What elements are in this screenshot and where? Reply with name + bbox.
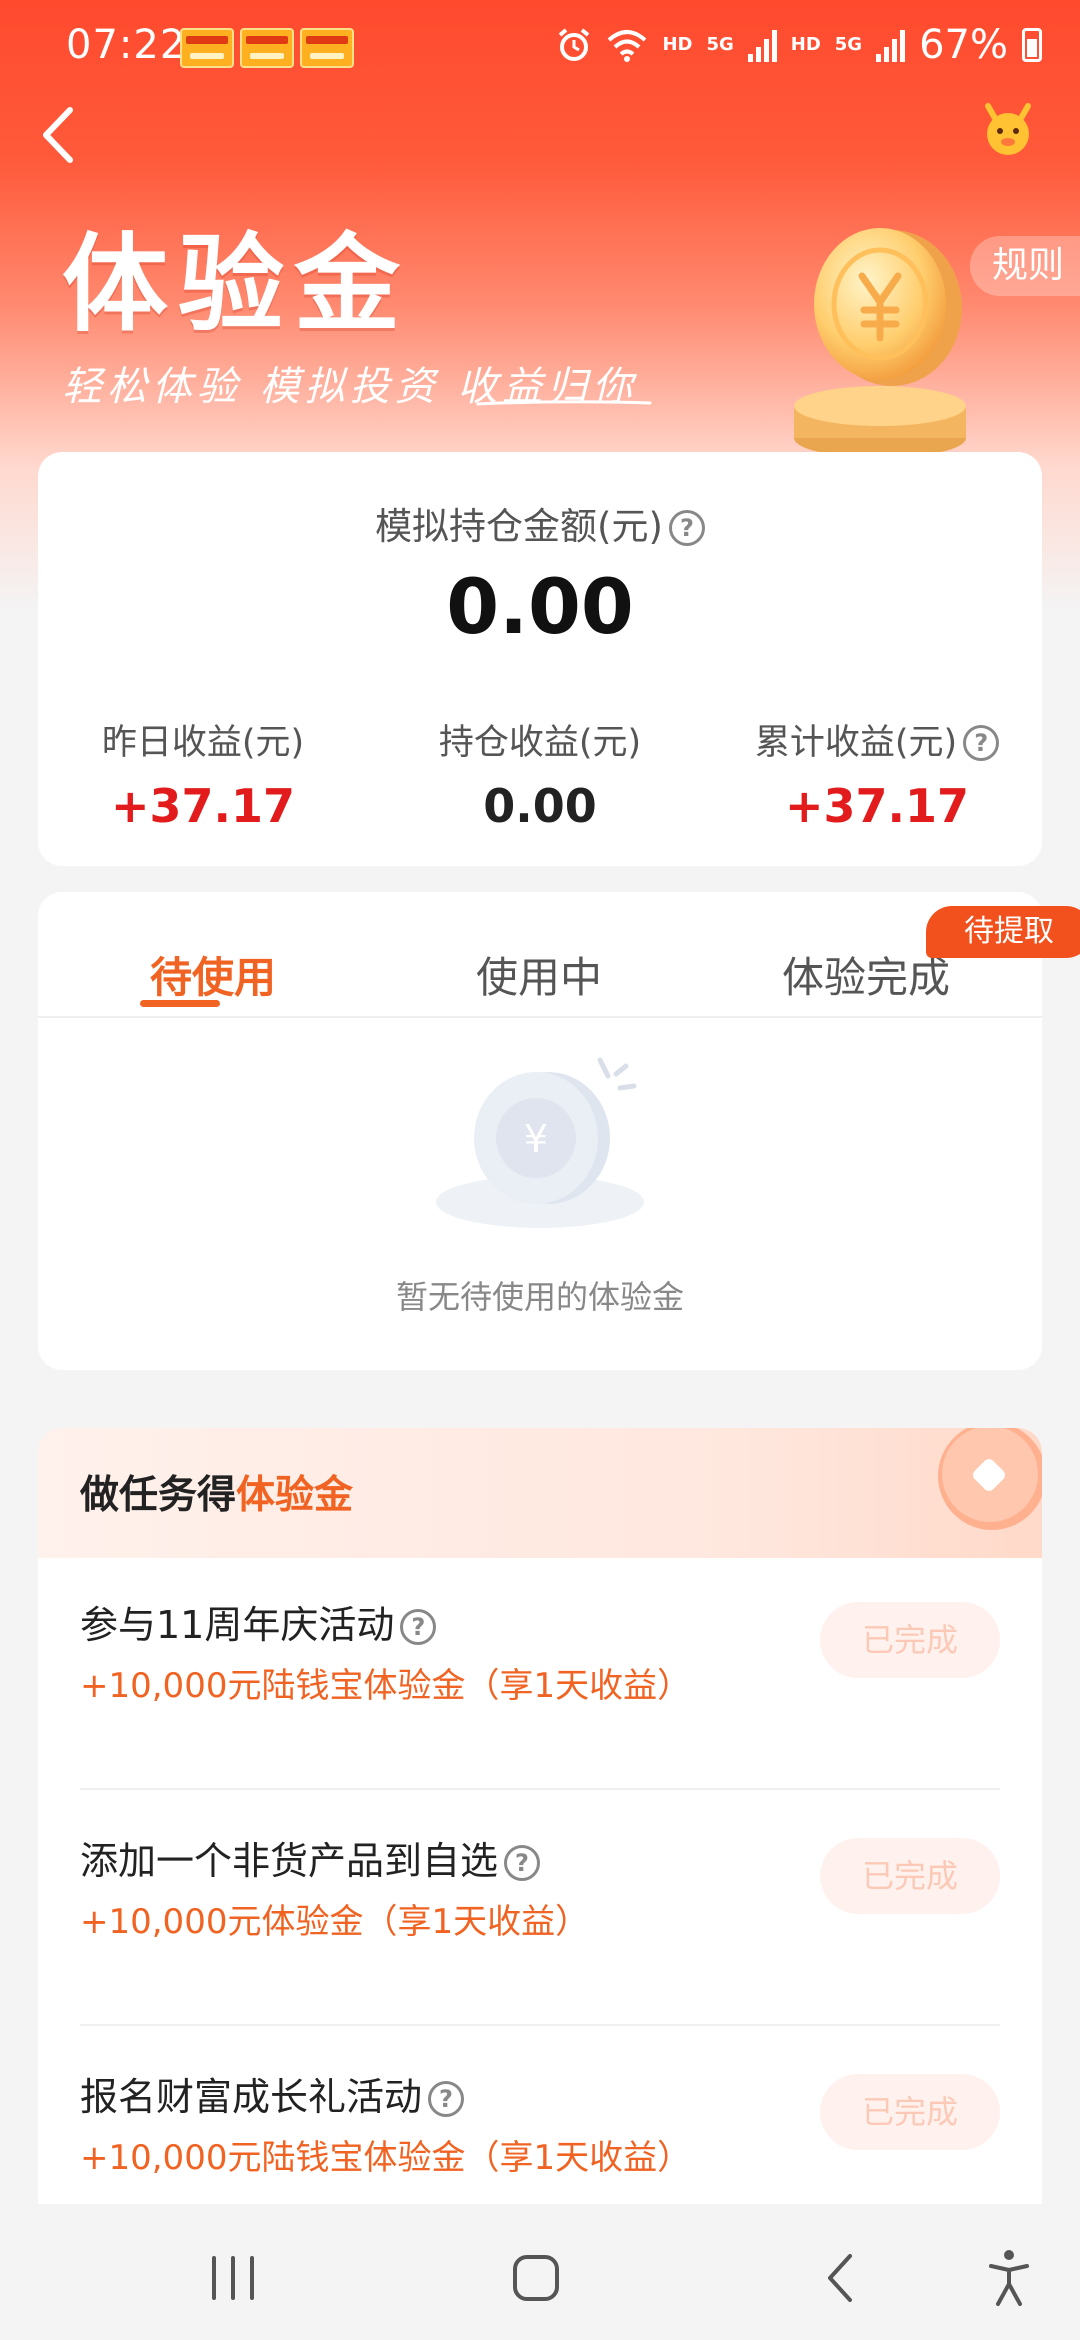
signal-bars-icon (747, 28, 777, 62)
signal-bars-icon (876, 28, 906, 62)
stat-value: +37.17 (784, 779, 970, 833)
back-chevron-icon (43, 107, 73, 163)
task-title-accent: 体验金 (236, 1473, 354, 1518)
task-name-text: 添加一个非货产品到自选 (80, 1839, 499, 1883)
system-navigation-bar (0, 2204, 1080, 2340)
active-tab-indicator (140, 1000, 220, 1007)
accessibility-icon[interactable] (988, 2248, 1030, 2308)
notification-icons (180, 28, 354, 68)
battery-icon (1022, 28, 1042, 62)
stat-yesterday-profit: 昨日收益(元) +37.17 (38, 714, 368, 833)
nav-back-icon[interactable] (824, 2252, 854, 2304)
help-circle-icon[interactable]: ? (428, 2081, 465, 2117)
holding-amount-label-text: 模拟持仓金额(元) (375, 505, 663, 548)
back-button[interactable] (38, 100, 98, 170)
recents-icon[interactable] (208, 2256, 258, 2300)
stat-value: 0.00 (483, 779, 597, 833)
task-reward: +10,000元陆钱宝体验金（享1天收益） (80, 2138, 692, 2178)
empty-coin-symbol: ¥ (524, 1117, 548, 1161)
task-title-prefix: 做任务得 (80, 1473, 237, 1518)
help-circle-icon[interactable]: ? (504, 1845, 541, 1881)
tab-in-use[interactable]: 使用中 (476, 944, 602, 1005)
app-notification-icon (180, 28, 234, 68)
help-circle-icon[interactable]: ? (400, 1609, 437, 1645)
stat-total-profit: 累计收益(元)? +37.17 (712, 714, 1042, 833)
tab-pending-use[interactable]: 待使用 (150, 944, 276, 1005)
empty-coin-icon: ¥ (436, 1057, 644, 1228)
page-title: 体验金 (62, 223, 410, 346)
holding-amount-value: 0.00 (446, 562, 634, 651)
signal-tag: 5G (834, 34, 863, 55)
task-reward: +10,000元陆钱宝体验金（享1天收益） (80, 1666, 692, 1706)
task-name: 参与11周年庆活动? (80, 1594, 437, 1649)
help-circle-icon[interactable]: ? (668, 510, 705, 546)
task-completed-button[interactable]: 已完成 (820, 1838, 1000, 1914)
tab-divider (38, 1016, 1042, 1018)
mascot-icon (985, 103, 1031, 155)
task-reward: +10,000元体验金（享1天收益） (80, 1902, 590, 1942)
mascot-button[interactable] (978, 100, 1038, 160)
empty-state-text: 暂无待使用的体验金 (395, 1278, 684, 1316)
task-name-text: 报名财富成长礼活动 (80, 2075, 423, 2119)
holding-amount-label: 模拟持仓金额(元)? (38, 496, 1042, 550)
home-icon[interactable] (512, 2254, 560, 2302)
pending-withdraw-badge: 待提取 (926, 906, 1080, 958)
status-indicators: HD 5G HD 5G 67% (556, 22, 1042, 68)
task-section-title: 做任务得体验金 (80, 1464, 353, 1520)
stat-label: 累计收益(元)? (712, 714, 1042, 765)
task-card: 做任务得体验金 参与11周年庆活动? +10,000元陆钱宝体验金（享1天收益）… (38, 1428, 1042, 2208)
task-name: 添加一个非货产品到自选? (80, 1830, 541, 1885)
app-notification-icon (240, 28, 294, 68)
stat-label-text: 累计收益(元) (754, 723, 958, 763)
stat-label: 持仓收益(元) (438, 723, 642, 763)
battery-percent: 67% (919, 22, 1008, 68)
status-time: 07:22 (66, 22, 187, 68)
task-completed-button[interactable]: 已完成 (820, 2074, 1000, 2150)
holding-summary-card: 模拟持仓金额(元)? 0.00 昨日收益(元) +37.17 持仓收益(元) 0… (38, 452, 1042, 866)
alarm-icon (559, 28, 590, 61)
network-type-label: HD (662, 34, 693, 55)
task-name: 报名财富成长礼活动? (80, 2066, 465, 2121)
task-row: 参与11周年庆活动? +10,000元陆钱宝体验金（享1天收益） 已完成 (80, 1594, 1000, 1790)
task-row: 报名财富成长礼活动? +10,000元陆钱宝体验金（享1天收益） 已完成 (80, 2066, 1000, 2208)
stat-holding-profit: 持仓收益(元) 0.00 (375, 714, 705, 833)
subtitle-underline-decoration (476, 400, 652, 406)
task-row: 添加一个非货产品到自选? +10,000元体验金（享1天收益） 已完成 (80, 1830, 1000, 2026)
tab-completed[interactable]: 体验完成 (782, 944, 950, 1005)
task-completed-button[interactable]: 已完成 (820, 1602, 1000, 1678)
wifi-icon (608, 30, 647, 62)
status-bar: 07:22 HD 5G HD 5G 67% (0, 0, 1080, 100)
rules-button[interactable]: 规则 (970, 236, 1080, 296)
help-circle-icon[interactable]: ? (963, 725, 1000, 761)
network-type-label: HD (790, 34, 821, 55)
stat-label: 昨日收益(元) (101, 723, 305, 763)
app-notification-icon (300, 28, 354, 68)
signal-tag: 5G (706, 34, 734, 55)
gift-decoration-icon (938, 1428, 1042, 1530)
coin-icon (794, 228, 966, 458)
stat-value: +37.17 (110, 779, 296, 833)
task-name-text: 参与11周年庆活动 (80, 1603, 395, 1647)
